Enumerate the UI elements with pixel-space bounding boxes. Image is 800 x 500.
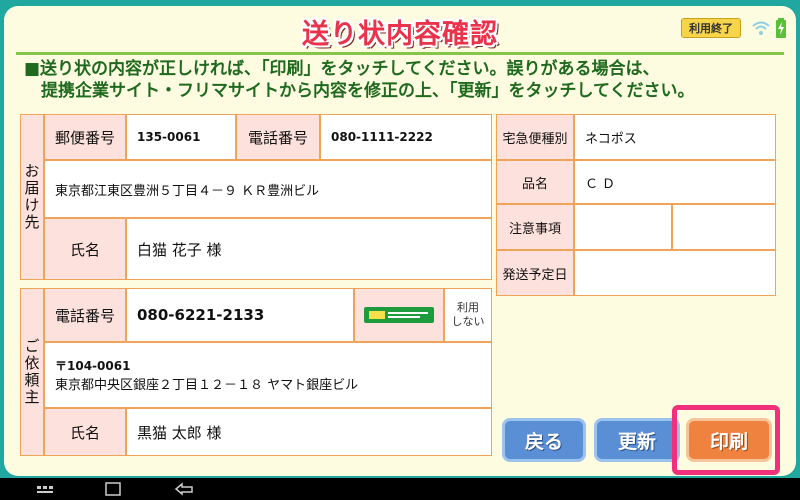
recipient-address: 東京都江東区豊洲５丁目４－９ ＫＲ豊洲ビル xyxy=(44,160,492,218)
sender-address-block: 〒104-0061 東京都中央区銀座２丁目１２－１８ ヤマト銀座ビル xyxy=(44,342,492,408)
title-bar: 送り状内容確認 利用終了 xyxy=(4,6,796,50)
sender-name-value: 黒猫 太郎 様 xyxy=(126,408,492,456)
instruction-text: ■送り状の内容が正しければ、「印刷」をタッチしてください。誤りがある場合は、 提… xyxy=(24,58,774,102)
sender-phone-value: 080-6221-2133 xyxy=(126,288,354,342)
sender-address: 東京都中央区銀座２丁目１２－１８ ヤマト銀座ビル xyxy=(55,378,359,393)
sender-phone-label: 電話番号 xyxy=(44,288,126,342)
notes-value-1 xyxy=(574,204,672,250)
system-navigation-bar xyxy=(0,478,800,500)
sender-name-label: 氏名 xyxy=(44,408,126,456)
recipient-name-value: 白猫 花子 様 xyxy=(126,218,492,280)
back-nav-icon[interactable] xyxy=(174,481,194,497)
notes-value-2 xyxy=(672,204,776,250)
ship-date-label: 発送予定日 xyxy=(496,250,574,296)
print-button[interactable]: 印刷 xyxy=(686,418,772,462)
item-name-value: ＣＤ xyxy=(574,160,776,204)
recipient-postal-value: 135-0061 xyxy=(126,114,236,160)
delivery-service-logo xyxy=(364,307,434,323)
sender-postal: 〒104-0061 xyxy=(55,359,131,373)
instruction-line-2: 提携企業サイト・フリマサイトから内容を修正の上、「更新」をタッチしてください。 xyxy=(24,81,695,101)
instruction-line-1: ■送り状の内容が正しければ、「印刷」をタッチしてください。誤りがある場合は、 xyxy=(24,59,660,79)
service-type-value: ネコポス xyxy=(574,114,776,160)
page-title: 送り状内容確認 xyxy=(302,19,498,50)
battery-charging-icon xyxy=(776,18,786,38)
ship-date-value xyxy=(574,250,776,296)
delivery-logo-graphic xyxy=(367,309,431,321)
recipient-phone-value: 080-1111-2222 xyxy=(320,114,492,160)
sender-phone-unused-option[interactable]: 利用 しない xyxy=(444,288,492,342)
exit-button[interactable]: 利用終了 xyxy=(681,18,741,38)
service-type-label: 宅急便種別 xyxy=(496,114,574,160)
recent-apps-icon[interactable] xyxy=(104,481,122,497)
update-button[interactable]: 更新 xyxy=(594,418,680,462)
title-divider xyxy=(16,52,784,55)
back-button[interactable]: 戻る xyxy=(502,418,586,462)
nekopos-logo-cell xyxy=(354,288,444,342)
recipient-postal-label: 郵便番号 xyxy=(44,114,126,160)
unused-line-1: 利用 xyxy=(457,301,479,314)
keyboard-icon[interactable] xyxy=(36,481,54,497)
sender-section-label: ご依頼主 xyxy=(20,288,44,456)
recipient-name-label: 氏名 xyxy=(44,218,126,280)
recipient-phone-label: 電話番号 xyxy=(236,114,320,160)
recipient-section-label: お届け先 xyxy=(20,114,44,280)
wifi-icon xyxy=(752,21,770,35)
item-name-label: 品名 xyxy=(496,160,574,204)
unused-line-2: しない xyxy=(451,315,485,328)
notes-label: 注意事項 xyxy=(496,204,574,250)
